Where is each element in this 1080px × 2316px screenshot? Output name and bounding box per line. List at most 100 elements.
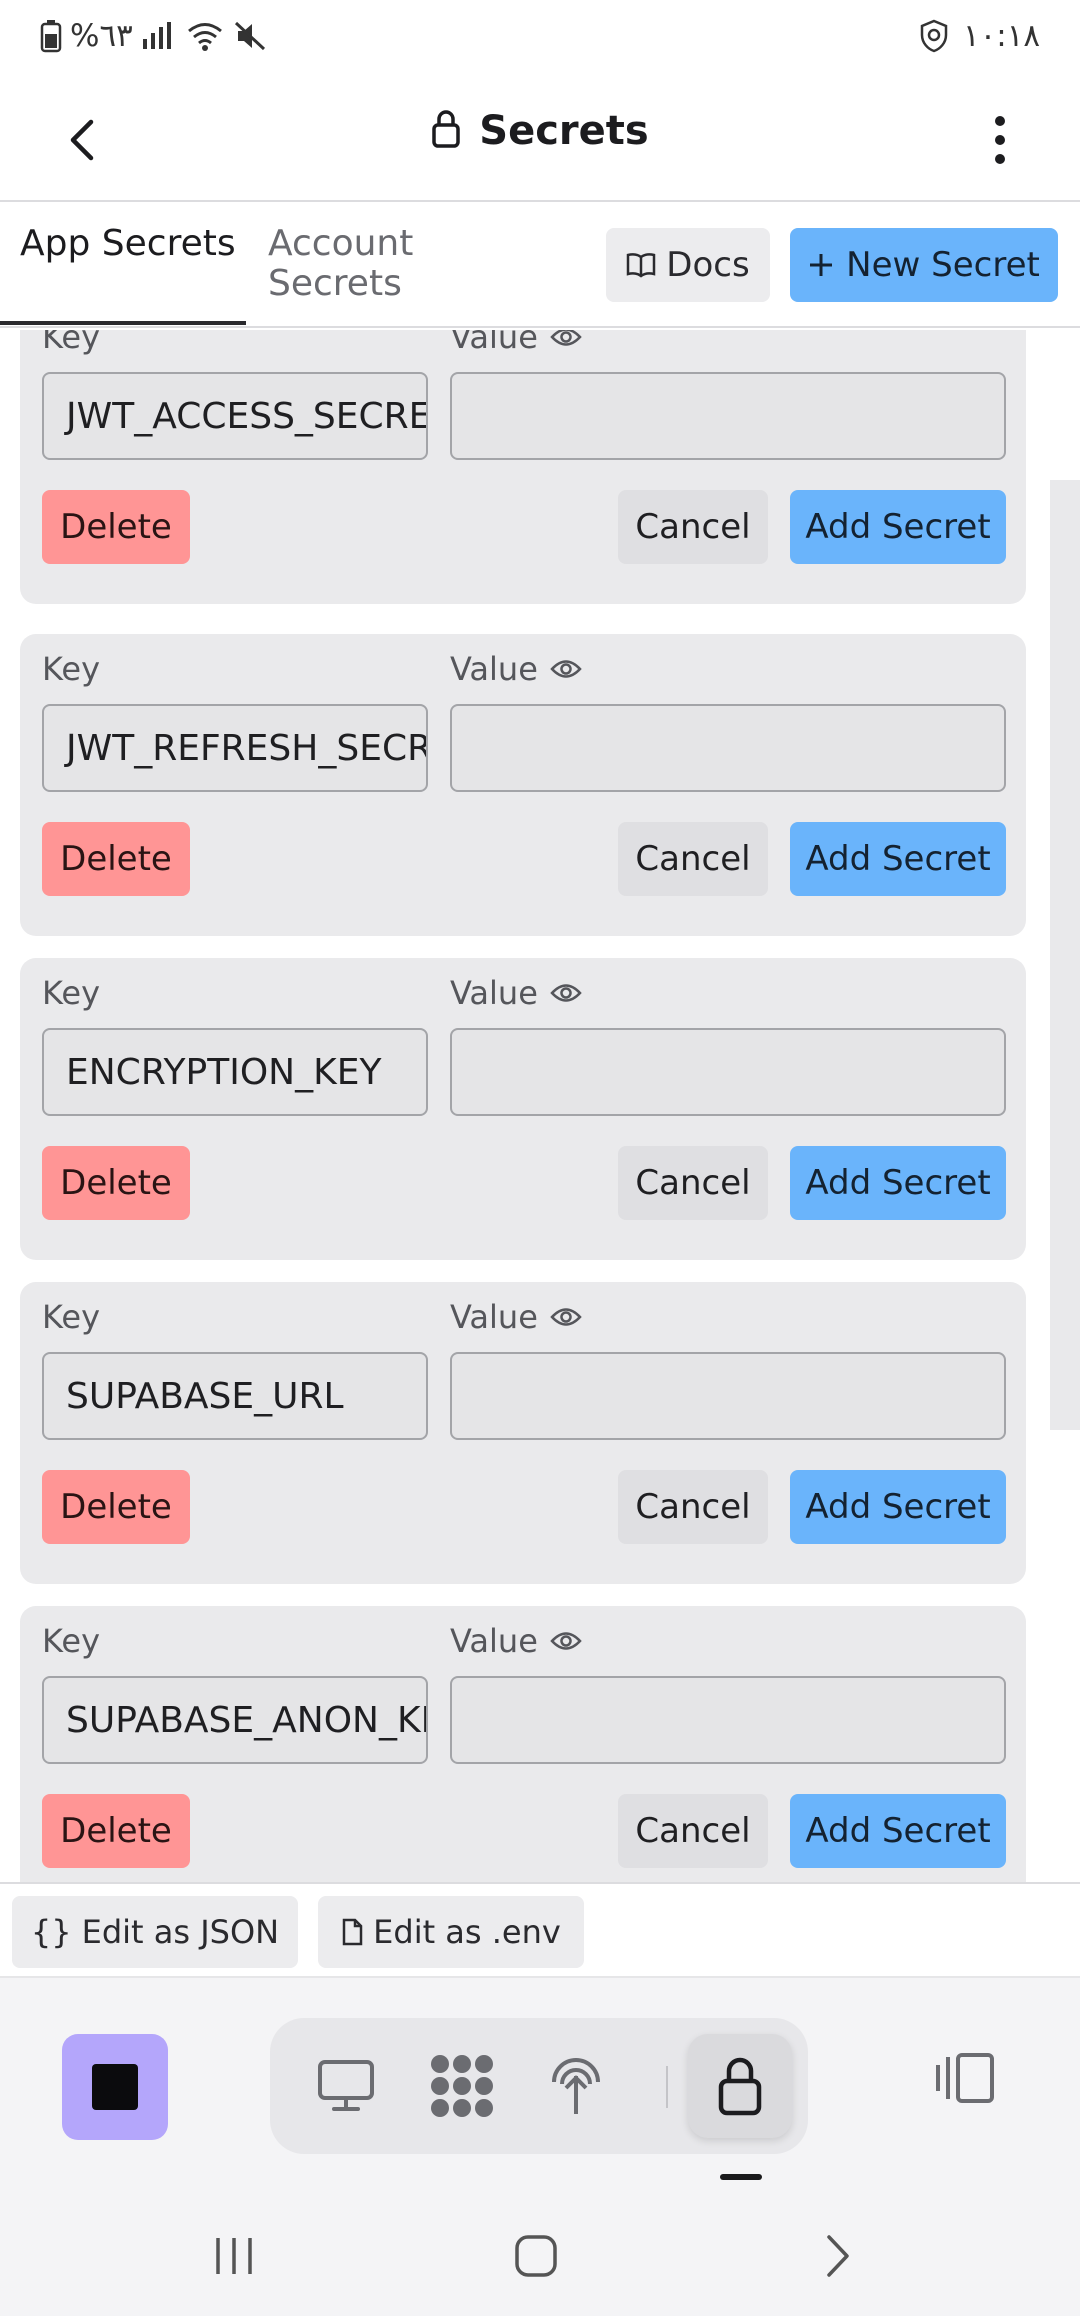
cancel-button[interactable]: Cancel — [618, 1146, 768, 1220]
value-label-text: Value — [450, 974, 538, 1012]
value-label-text: Value — [450, 1298, 538, 1336]
battery-percent: %٦٣ — [70, 18, 133, 54]
add-secret-button[interactable]: Add Secret — [790, 822, 1006, 896]
monitor-icon — [318, 2060, 374, 2111]
secret-card: Key Value ENCRYPTION_KEY Delete Cancel A… — [20, 958, 1026, 1260]
status-time: ١٠:١٨ — [962, 18, 1040, 54]
scrollbar[interactable] — [1050, 480, 1080, 1430]
edit-as-json-button[interactable]: {} Edit as JSON — [12, 1896, 298, 1968]
eye-icon[interactable] — [550, 330, 582, 348]
tabs-row: App Secrets Account Secrets Docs New Sec… — [0, 202, 1080, 328]
value-input[interactable] — [450, 704, 1006, 792]
value-label-text: Value — [450, 330, 538, 356]
eye-icon[interactable] — [550, 658, 582, 680]
braces-icon: {} — [30, 1913, 72, 1951]
system-nav-bar — [0, 2196, 1080, 2316]
value-label: Value — [450, 650, 582, 688]
cancel-button[interactable]: Cancel — [618, 1794, 768, 1868]
eye-icon[interactable] — [550, 1630, 582, 1652]
secret-card: Key Value SUPABASE_ANON_KEY Delete Cance… — [20, 1606, 1026, 1882]
key-label: Key — [42, 1298, 101, 1336]
edit-as-json-label: Edit as JSON — [81, 1913, 280, 1951]
dock-item-deploy[interactable] — [536, 2046, 616, 2126]
book-icon — [627, 253, 656, 278]
key-label: Key — [42, 1622, 101, 1660]
dock-item-preview[interactable] — [306, 2046, 386, 2126]
tab-account-secrets[interactable]: Account Secrets — [268, 224, 468, 328]
add-secret-button[interactable]: Add Secret — [790, 490, 1006, 564]
side-panel-button[interactable] — [930, 2038, 1002, 2118]
key-label: Key — [42, 650, 101, 688]
shield-icon — [919, 19, 949, 53]
cancel-button[interactable]: Cancel — [618, 490, 768, 564]
edit-as-env-label: Edit as .env — [373, 1913, 561, 1951]
cancel-button[interactable]: Cancel — [618, 822, 768, 896]
value-input[interactable] — [450, 1028, 1006, 1116]
value-label: Value — [450, 974, 582, 1012]
title-group: Secrets — [0, 108, 1080, 154]
docs-button[interactable]: Docs — [606, 228, 770, 302]
value-input[interactable] — [450, 1352, 1006, 1440]
status-right: ١٠:١٨ — [919, 18, 1040, 54]
eye-icon[interactable] — [550, 982, 582, 1004]
lock-icon — [718, 2057, 762, 2116]
value-label-text: Value — [450, 650, 538, 688]
key-input[interactable]: JWT_REFRESH_SECRET — [42, 704, 428, 792]
key-input[interactable]: SUPABASE_URL — [42, 1352, 428, 1440]
wifi-icon — [185, 20, 225, 52]
file-icon — [342, 1918, 363, 1946]
key-input[interactable]: ENCRYPTION_KEY — [42, 1028, 428, 1116]
add-secret-button[interactable]: Add Secret — [790, 1146, 1006, 1220]
delete-button[interactable]: Delete — [42, 1146, 190, 1220]
add-secret-button[interactable]: Add Secret — [790, 1470, 1006, 1544]
new-secret-button[interactable]: New Secret — [790, 228, 1058, 302]
delete-button[interactable]: Delete — [42, 490, 190, 564]
edit-as-env-button[interactable]: Edit as .env — [318, 1896, 584, 1968]
delete-button[interactable]: Delete — [42, 822, 190, 896]
more-vertical-icon — [995, 116, 1005, 164]
tab-app-secrets[interactable]: App Secrets — [20, 224, 246, 328]
plus-icon — [810, 254, 833, 276]
value-input[interactable] — [450, 1676, 1006, 1764]
secret-card: Key Value JWT_REFRESH_SECRET Delete Canc… — [20, 634, 1026, 936]
status-bar: %٦٣ ١٠:١٨ — [0, 0, 1080, 80]
home-icon — [515, 2235, 557, 2277]
home-button[interactable] — [496, 2216, 576, 2296]
add-secret-button[interactable]: Add Secret — [790, 1794, 1006, 1868]
active-dock-indicator — [720, 2174, 762, 2180]
secret-card: Key Value JWT_ACCESS_SECRET Delete Cance… — [20, 330, 1026, 604]
side-panel-icon — [936, 2053, 994, 2103]
value-label: Value — [450, 1622, 582, 1660]
dock-nav — [270, 2018, 808, 2154]
secrets-list[interactable]: Key Value JWT_ACCESS_SECRET Delete Cance… — [0, 330, 1080, 1882]
dock-separator — [666, 2066, 668, 2108]
key-input[interactable]: JWT_ACCESS_SECRET — [42, 372, 428, 460]
bottom-dock — [0, 1978, 1080, 2196]
edit-bar: {} Edit as JSON Edit as .env — [0, 1882, 1080, 1978]
more-options-button[interactable] — [970, 108, 1030, 172]
value-label: Value — [450, 1298, 582, 1336]
stop-button[interactable] — [62, 2034, 168, 2140]
value-input[interactable] — [450, 372, 1006, 460]
value-label-text: Value — [450, 1622, 538, 1660]
battery-icon — [40, 19, 62, 53]
status-left: %٦٣ — [40, 18, 267, 54]
secret-card: Key Value SUPABASE_URL Delete Cancel Add… — [20, 1282, 1026, 1584]
page-title: Secrets — [479, 108, 649, 154]
eye-icon[interactable] — [550, 1306, 582, 1328]
active-tab-indicator — [0, 321, 246, 325]
docs-label: Docs — [666, 245, 750, 285]
delete-button[interactable]: Delete — [42, 1470, 190, 1544]
back-nav-button[interactable] — [798, 2216, 878, 2296]
recent-apps-button[interactable] — [194, 2216, 274, 2296]
dock-item-secrets[interactable] — [688, 2034, 792, 2138]
key-input[interactable]: SUPABASE_ANON_KEY — [42, 1676, 428, 1764]
cancel-button[interactable]: Cancel — [618, 1470, 768, 1544]
delete-button[interactable]: Delete — [42, 1794, 190, 1868]
key-label: Key — [42, 330, 101, 356]
dock-item-apps[interactable] — [422, 2046, 502, 2126]
new-secret-label: New Secret — [846, 245, 1040, 285]
mute-icon — [233, 20, 267, 52]
key-label: Key — [42, 974, 101, 1012]
apps-grid-icon — [431, 2055, 493, 2117]
